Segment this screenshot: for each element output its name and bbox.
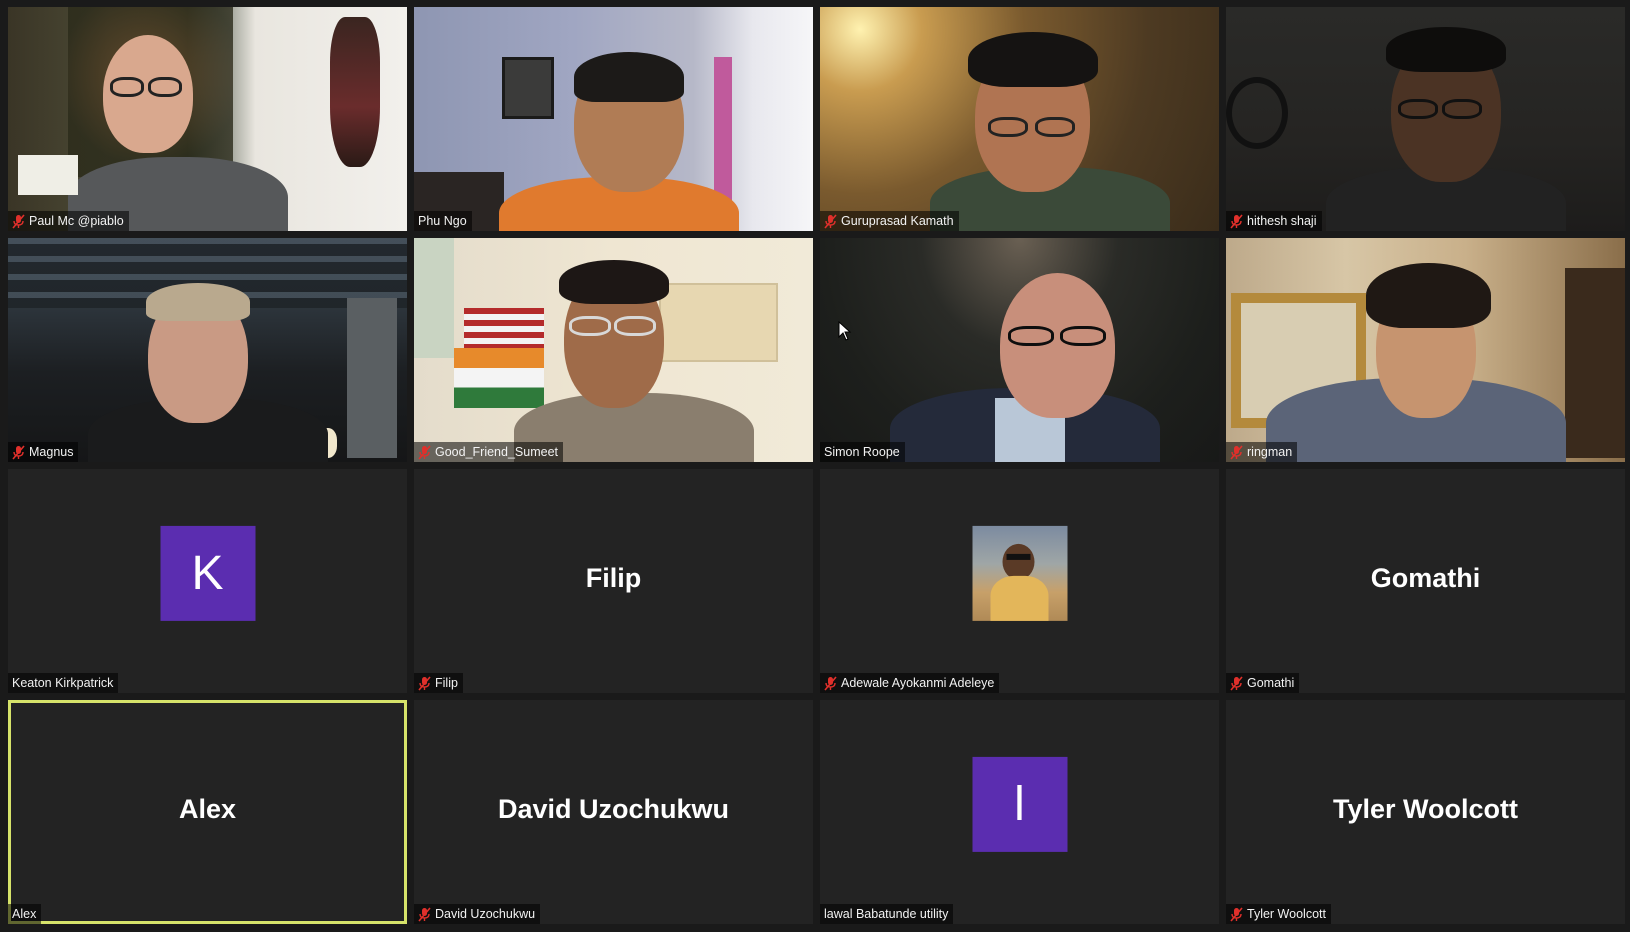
participant-name: Good_Friend_Sumeet bbox=[435, 445, 558, 459]
participant-display-name: David Uzochukwu bbox=[497, 794, 730, 825]
participant-display-name: Tyler Woolcott bbox=[1332, 794, 1518, 825]
participant-tile-adewale[interactable]: Adewale Ayokanmi Adeleye bbox=[820, 469, 1219, 693]
participant-name: Guruprasad Kamath bbox=[841, 214, 954, 228]
microphone-muted-icon bbox=[1230, 675, 1243, 691]
profile-photo-avatar bbox=[972, 525, 1067, 621]
participant-tile-alex-active-speaker[interactable]: Alex Alex bbox=[8, 700, 407, 924]
video-gallery-grid: Paul Mc @piablo Phu Ngo Guruprasad Kamat… bbox=[8, 7, 1626, 927]
participant-name: lawal Babatunde utility bbox=[824, 907, 949, 921]
participant-name: Filip bbox=[435, 676, 458, 690]
microphone-muted-icon bbox=[1230, 444, 1243, 460]
participant-tile-magnus[interactable]: Magnus bbox=[8, 238, 407, 462]
microphone-muted-icon bbox=[418, 906, 431, 922]
participant-tile-filip[interactable]: Filip Filip bbox=[414, 469, 813, 693]
participant-tile-paul[interactable]: Paul Mc @piablo bbox=[8, 7, 407, 231]
participant-tile-david[interactable]: David Uzochukwu David Uzochukwu bbox=[414, 700, 813, 924]
participant-name-tag: Alex bbox=[8, 904, 42, 924]
participant-name-tag: Tyler Woolcott bbox=[1226, 904, 1331, 924]
participant-name-tag: Phu Ngo bbox=[414, 211, 472, 231]
participant-tile-lawal[interactable]: l lawal Babatunde utility bbox=[820, 700, 1219, 924]
participant-display-name: Alex bbox=[178, 794, 237, 825]
participant-name-tag: Gomathi bbox=[1226, 673, 1300, 693]
participant-tile-ringman[interactable]: ringman bbox=[1226, 238, 1625, 462]
participant-display-name: Gomathi bbox=[1370, 563, 1481, 594]
microphone-muted-icon bbox=[1230, 906, 1243, 922]
participant-name-tag: ringman bbox=[1226, 442, 1298, 462]
participant-name: Adewale Ayokanmi Adeleye bbox=[841, 676, 995, 690]
video-feed bbox=[820, 238, 1219, 462]
video-feed bbox=[8, 7, 407, 231]
participant-name-tag: Keaton Kirkpatrick bbox=[8, 673, 119, 693]
participant-tile-phu[interactable]: Phu Ngo bbox=[414, 7, 813, 231]
microphone-muted-icon bbox=[1230, 213, 1243, 229]
video-feed bbox=[8, 238, 407, 462]
participant-name: Paul Mc @piablo bbox=[29, 214, 124, 228]
microphone-muted-icon bbox=[418, 675, 431, 691]
video-feed bbox=[414, 7, 813, 231]
avatar-initial: l bbox=[1014, 777, 1025, 831]
participant-tile-simon[interactable]: Simon Roope bbox=[820, 238, 1219, 462]
participant-tile-keaton[interactable]: K Keaton Kirkpatrick bbox=[8, 469, 407, 693]
video-feed bbox=[1226, 7, 1625, 231]
participant-name: Gomathi bbox=[1247, 676, 1295, 690]
participant-name: Alex bbox=[12, 907, 37, 921]
microphone-muted-icon bbox=[824, 213, 837, 229]
microphone-muted-icon bbox=[824, 675, 837, 691]
avatar-initial: K bbox=[191, 546, 224, 600]
participant-name: hithesh shaji bbox=[1247, 214, 1317, 228]
participant-name: Magnus bbox=[29, 445, 74, 459]
participant-tile-guruprasad[interactable]: Guruprasad Kamath bbox=[820, 7, 1219, 231]
participant-name-tag: hithesh shaji bbox=[1226, 211, 1322, 231]
participant-name: Phu Ngo bbox=[418, 214, 467, 228]
participant-name-tag: Guruprasad Kamath bbox=[820, 211, 959, 231]
microphone-muted-icon bbox=[12, 213, 25, 229]
participant-tile-gomathi[interactable]: Gomathi Gomathi bbox=[1226, 469, 1625, 693]
participant-name-tag: Magnus bbox=[8, 442, 79, 462]
participant-name-tag: David Uzochukwu bbox=[414, 904, 541, 924]
participant-name: ringman bbox=[1247, 445, 1293, 459]
participant-name-tag: lawal Babatunde utility bbox=[820, 904, 954, 924]
video-feed bbox=[414, 238, 813, 462]
initial-avatar: l bbox=[972, 756, 1067, 852]
participant-name: Tyler Woolcott bbox=[1247, 907, 1326, 921]
participant-name-tag: Simon Roope bbox=[820, 442, 905, 462]
participant-name-tag: Filip bbox=[414, 673, 463, 693]
participant-name: Keaton Kirkpatrick bbox=[12, 676, 114, 690]
participant-name-tag: Good_Friend_Sumeet bbox=[414, 442, 563, 462]
participant-name: David Uzochukwu bbox=[435, 907, 536, 921]
participant-name-tag: Adewale Ayokanmi Adeleye bbox=[820, 673, 1000, 693]
participant-name: Simon Roope bbox=[824, 445, 900, 459]
initial-avatar: K bbox=[160, 525, 255, 621]
video-feed bbox=[820, 7, 1219, 231]
participant-name-tag: Paul Mc @piablo bbox=[8, 211, 129, 231]
participant-tile-sumeet[interactable]: Good_Friend_Sumeet bbox=[414, 238, 813, 462]
participant-display-name: Filip bbox=[585, 563, 642, 594]
participant-tile-tyler[interactable]: Tyler Woolcott Tyler Woolcott bbox=[1226, 700, 1625, 924]
mouse-pointer-icon bbox=[838, 321, 852, 341]
microphone-muted-icon bbox=[418, 444, 431, 460]
video-feed bbox=[1226, 238, 1625, 462]
participant-tile-hithesh[interactable]: hithesh shaji bbox=[1226, 7, 1625, 231]
microphone-muted-icon bbox=[12, 444, 25, 460]
